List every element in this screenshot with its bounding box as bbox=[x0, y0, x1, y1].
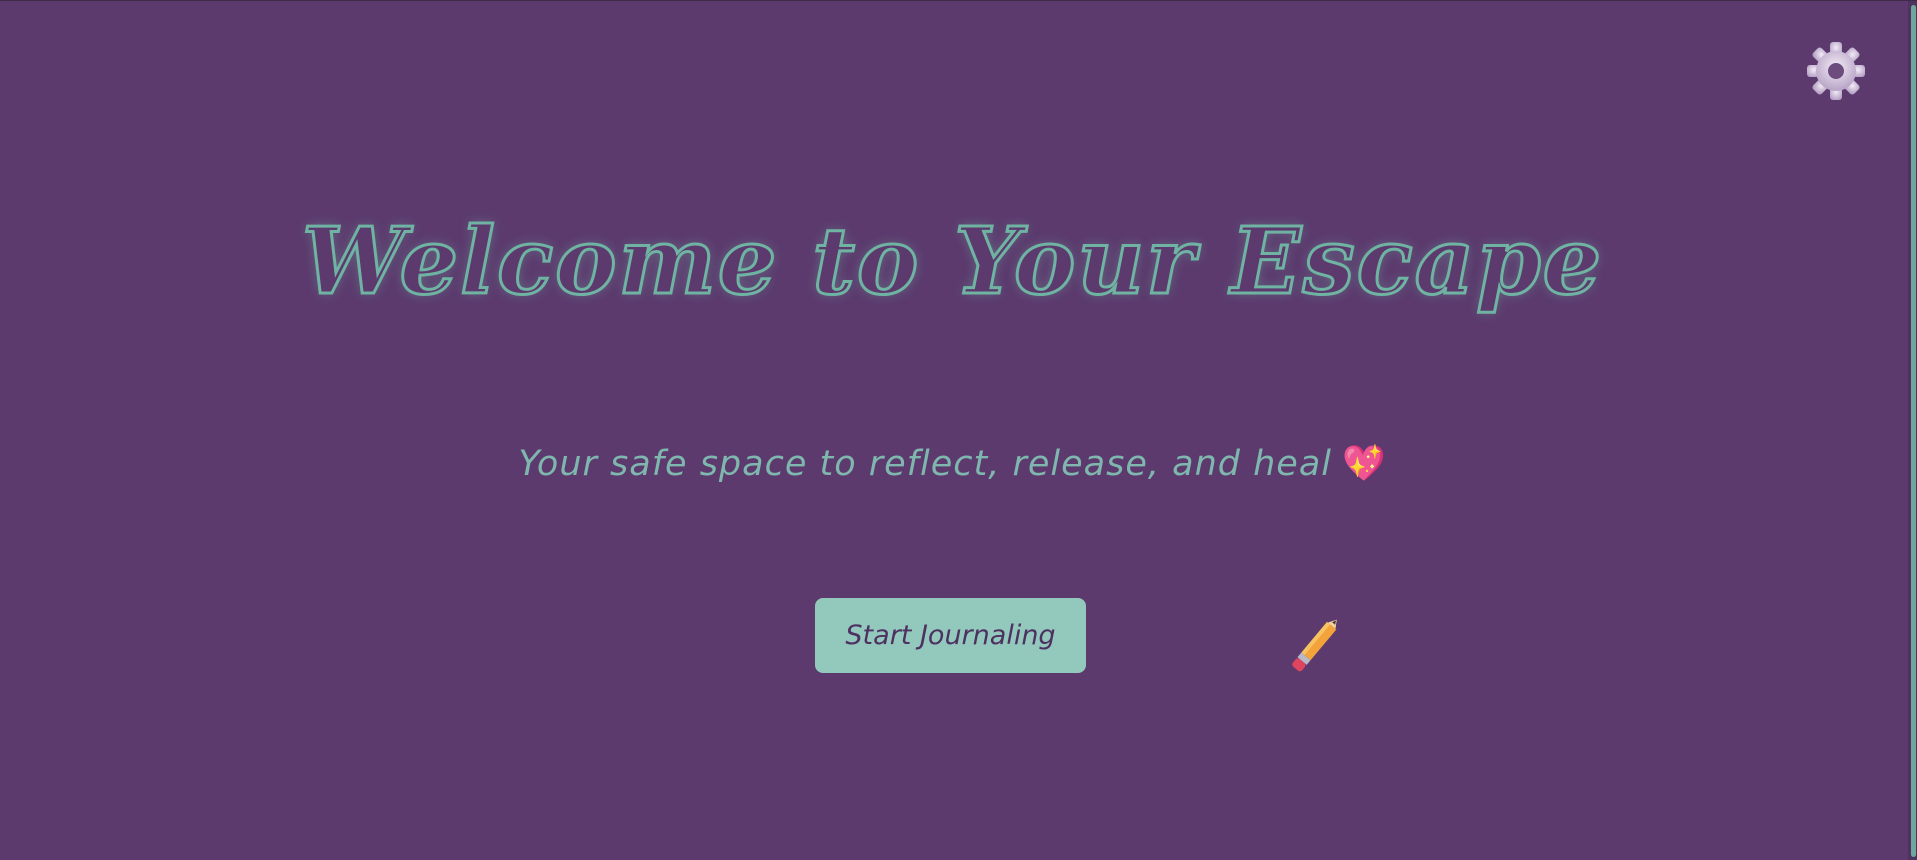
settings-button[interactable] bbox=[1806, 41, 1866, 101]
gear-icon bbox=[1807, 42, 1865, 100]
page-title: Welcome to Your Escape bbox=[300, 207, 1604, 315]
pencil-icon bbox=[1280, 615, 1346, 681]
subtitle-text: Your safe space to reflect, release, and… bbox=[518, 444, 1332, 484]
sparkling-heart-icon: 💖 bbox=[1342, 444, 1387, 484]
page-subtitle: Your safe space to reflect, release, and… bbox=[0, 443, 1905, 484]
page-scrollbar[interactable] bbox=[1908, 1, 1917, 860]
scrollbar-thumb[interactable] bbox=[1911, 5, 1916, 857]
start-journaling-button[interactable]: Start Journaling bbox=[815, 598, 1086, 673]
